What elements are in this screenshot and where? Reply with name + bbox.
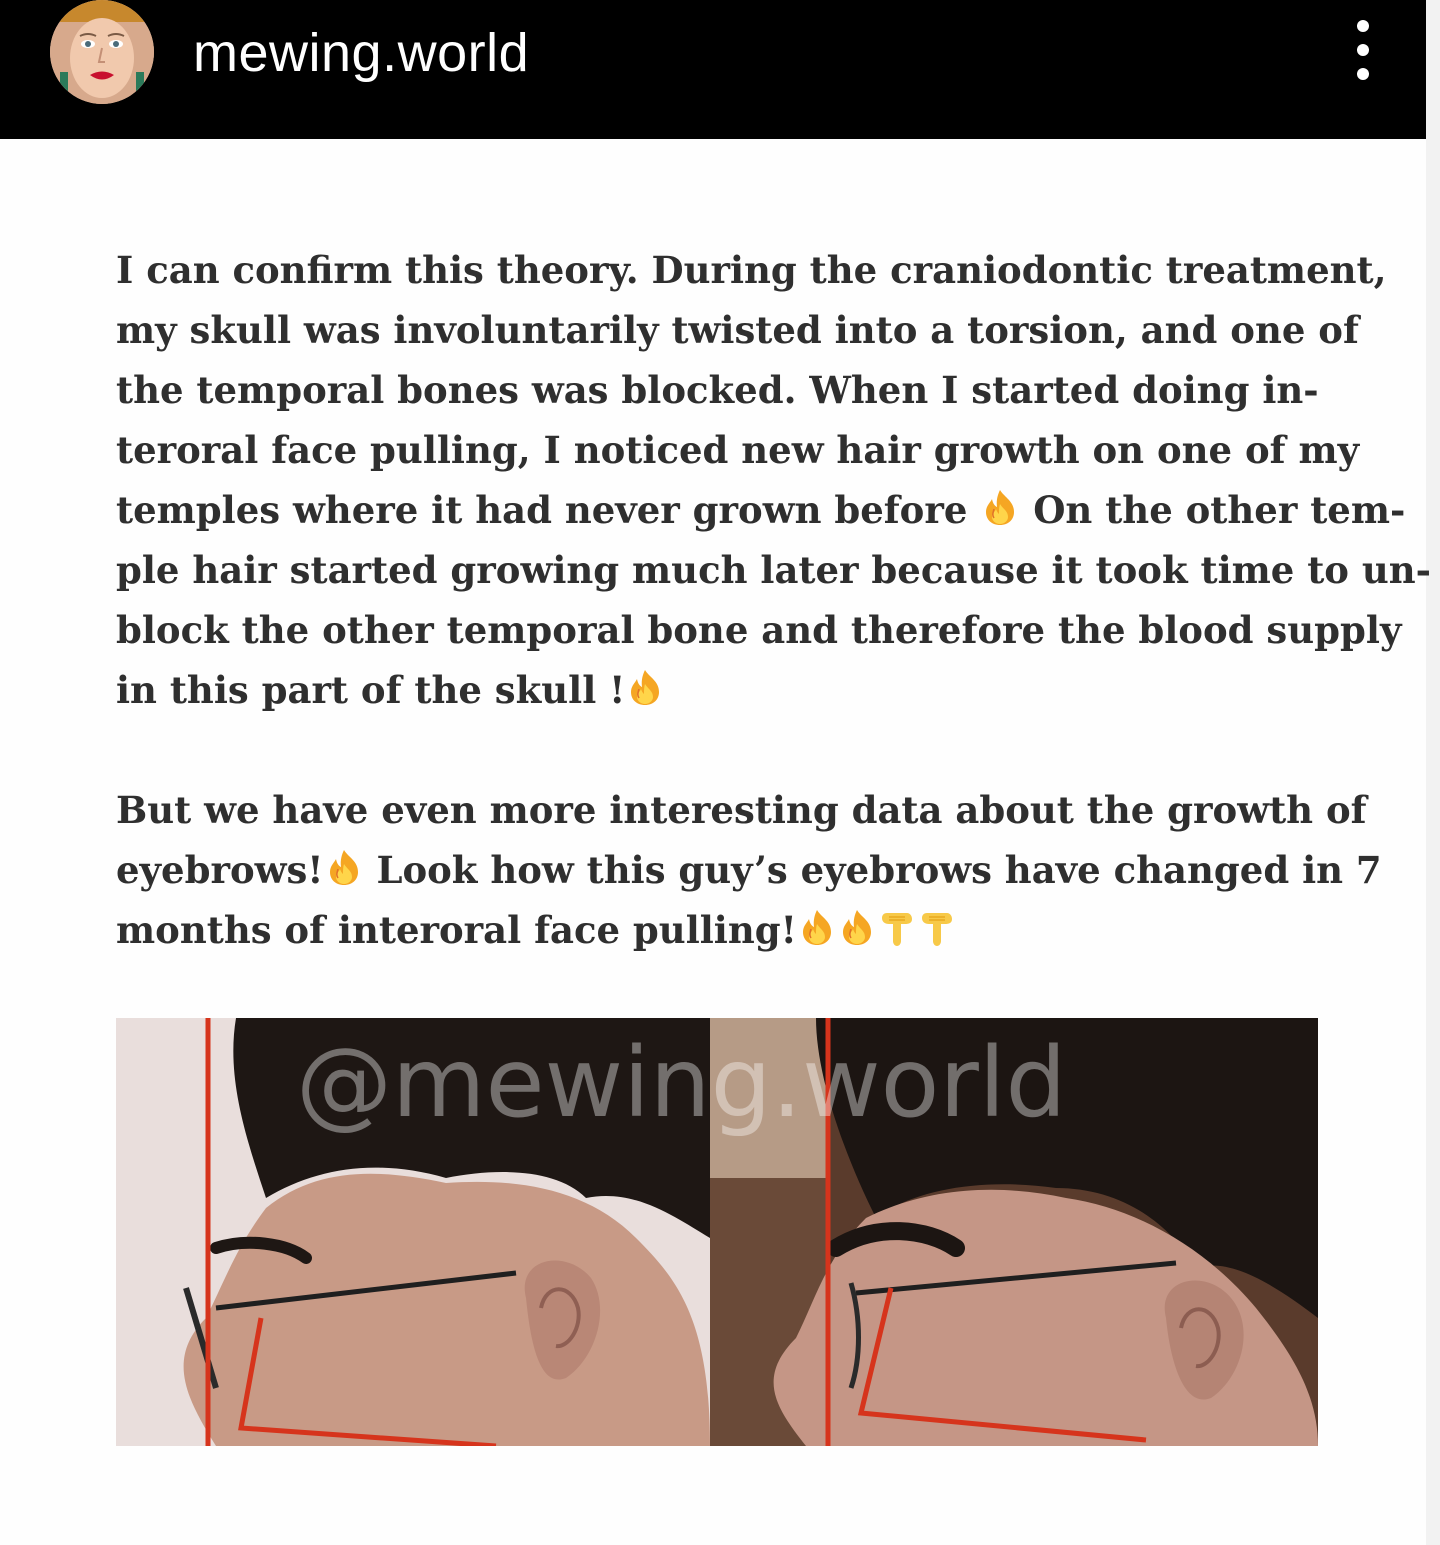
post-content: I can confirm this theory. During the cr…	[0, 139, 1432, 1545]
fire-icon	[837, 907, 877, 947]
text-line: my skull was involuntarily twisted into …	[116, 308, 1359, 352]
username[interactable]: mewing.world	[193, 22, 529, 84]
avatar-face-icon	[50, 0, 154, 104]
avatar[interactable]	[50, 0, 154, 104]
more-options-button[interactable]	[1340, 16, 1386, 86]
text-segment: in this part of the skull !	[116, 668, 626, 712]
text-line: the temporal bones was blocked. When I s…	[116, 368, 1319, 412]
pointing-down-icon	[877, 907, 917, 947]
post-paragraph-1: I can confirm this theory. During the cr…	[116, 240, 1432, 720]
fire-icon	[625, 667, 665, 707]
fire-icon	[797, 907, 837, 947]
scrollbar-track	[1426, 0, 1440, 1545]
text-line-with-emoji: months of interoral face pulling!	[116, 900, 1326, 960]
text-line-with-emoji: in this part of the skull !	[116, 660, 1326, 720]
text-line-with-emoji: eyebrows! Look how this guy’s eyebrows h…	[116, 840, 1382, 900]
fire-icon	[324, 847, 364, 887]
text-line: ple hair started growing much later beca…	[116, 548, 1432, 592]
text-line: block the other temporal bone and theref…	[116, 608, 1402, 652]
text-segment: On the other tem-	[1033, 488, 1406, 532]
profile-header: mewing.world	[0, 0, 1426, 139]
text-line-with-emoji: temples where it had never grown before …	[116, 480, 1405, 540]
text-segment: eyebrows!	[116, 848, 324, 892]
text-segment: months of interoral face pulling!	[116, 908, 797, 952]
image-watermark: @mewing.world	[296, 1027, 1066, 1139]
pointing-down-icon	[917, 907, 957, 947]
fire-icon	[980, 487, 1020, 527]
text-segment: temples where it had never grown before	[116, 488, 968, 532]
before-after-profile-image: @mewing.world	[116, 1018, 1318, 1446]
more-vertical-icon	[1357, 20, 1369, 32]
text-line: But we have even more interesting data a…	[116, 788, 1367, 832]
more-vertical-icon-dot	[1357, 68, 1369, 80]
text-segment: Look how this guy’s eyebrows have change…	[376, 848, 1382, 892]
post-paragraph-2: But we have even more interesting data a…	[116, 780, 1382, 960]
text-line: I can confirm this theory. During the cr…	[116, 248, 1387, 292]
comparison-photo[interactable]: @mewing.world	[116, 1018, 1318, 1446]
text-line: teroral face pulling, I noticed new hair…	[116, 428, 1360, 472]
more-vertical-icon-dot	[1357, 44, 1369, 56]
